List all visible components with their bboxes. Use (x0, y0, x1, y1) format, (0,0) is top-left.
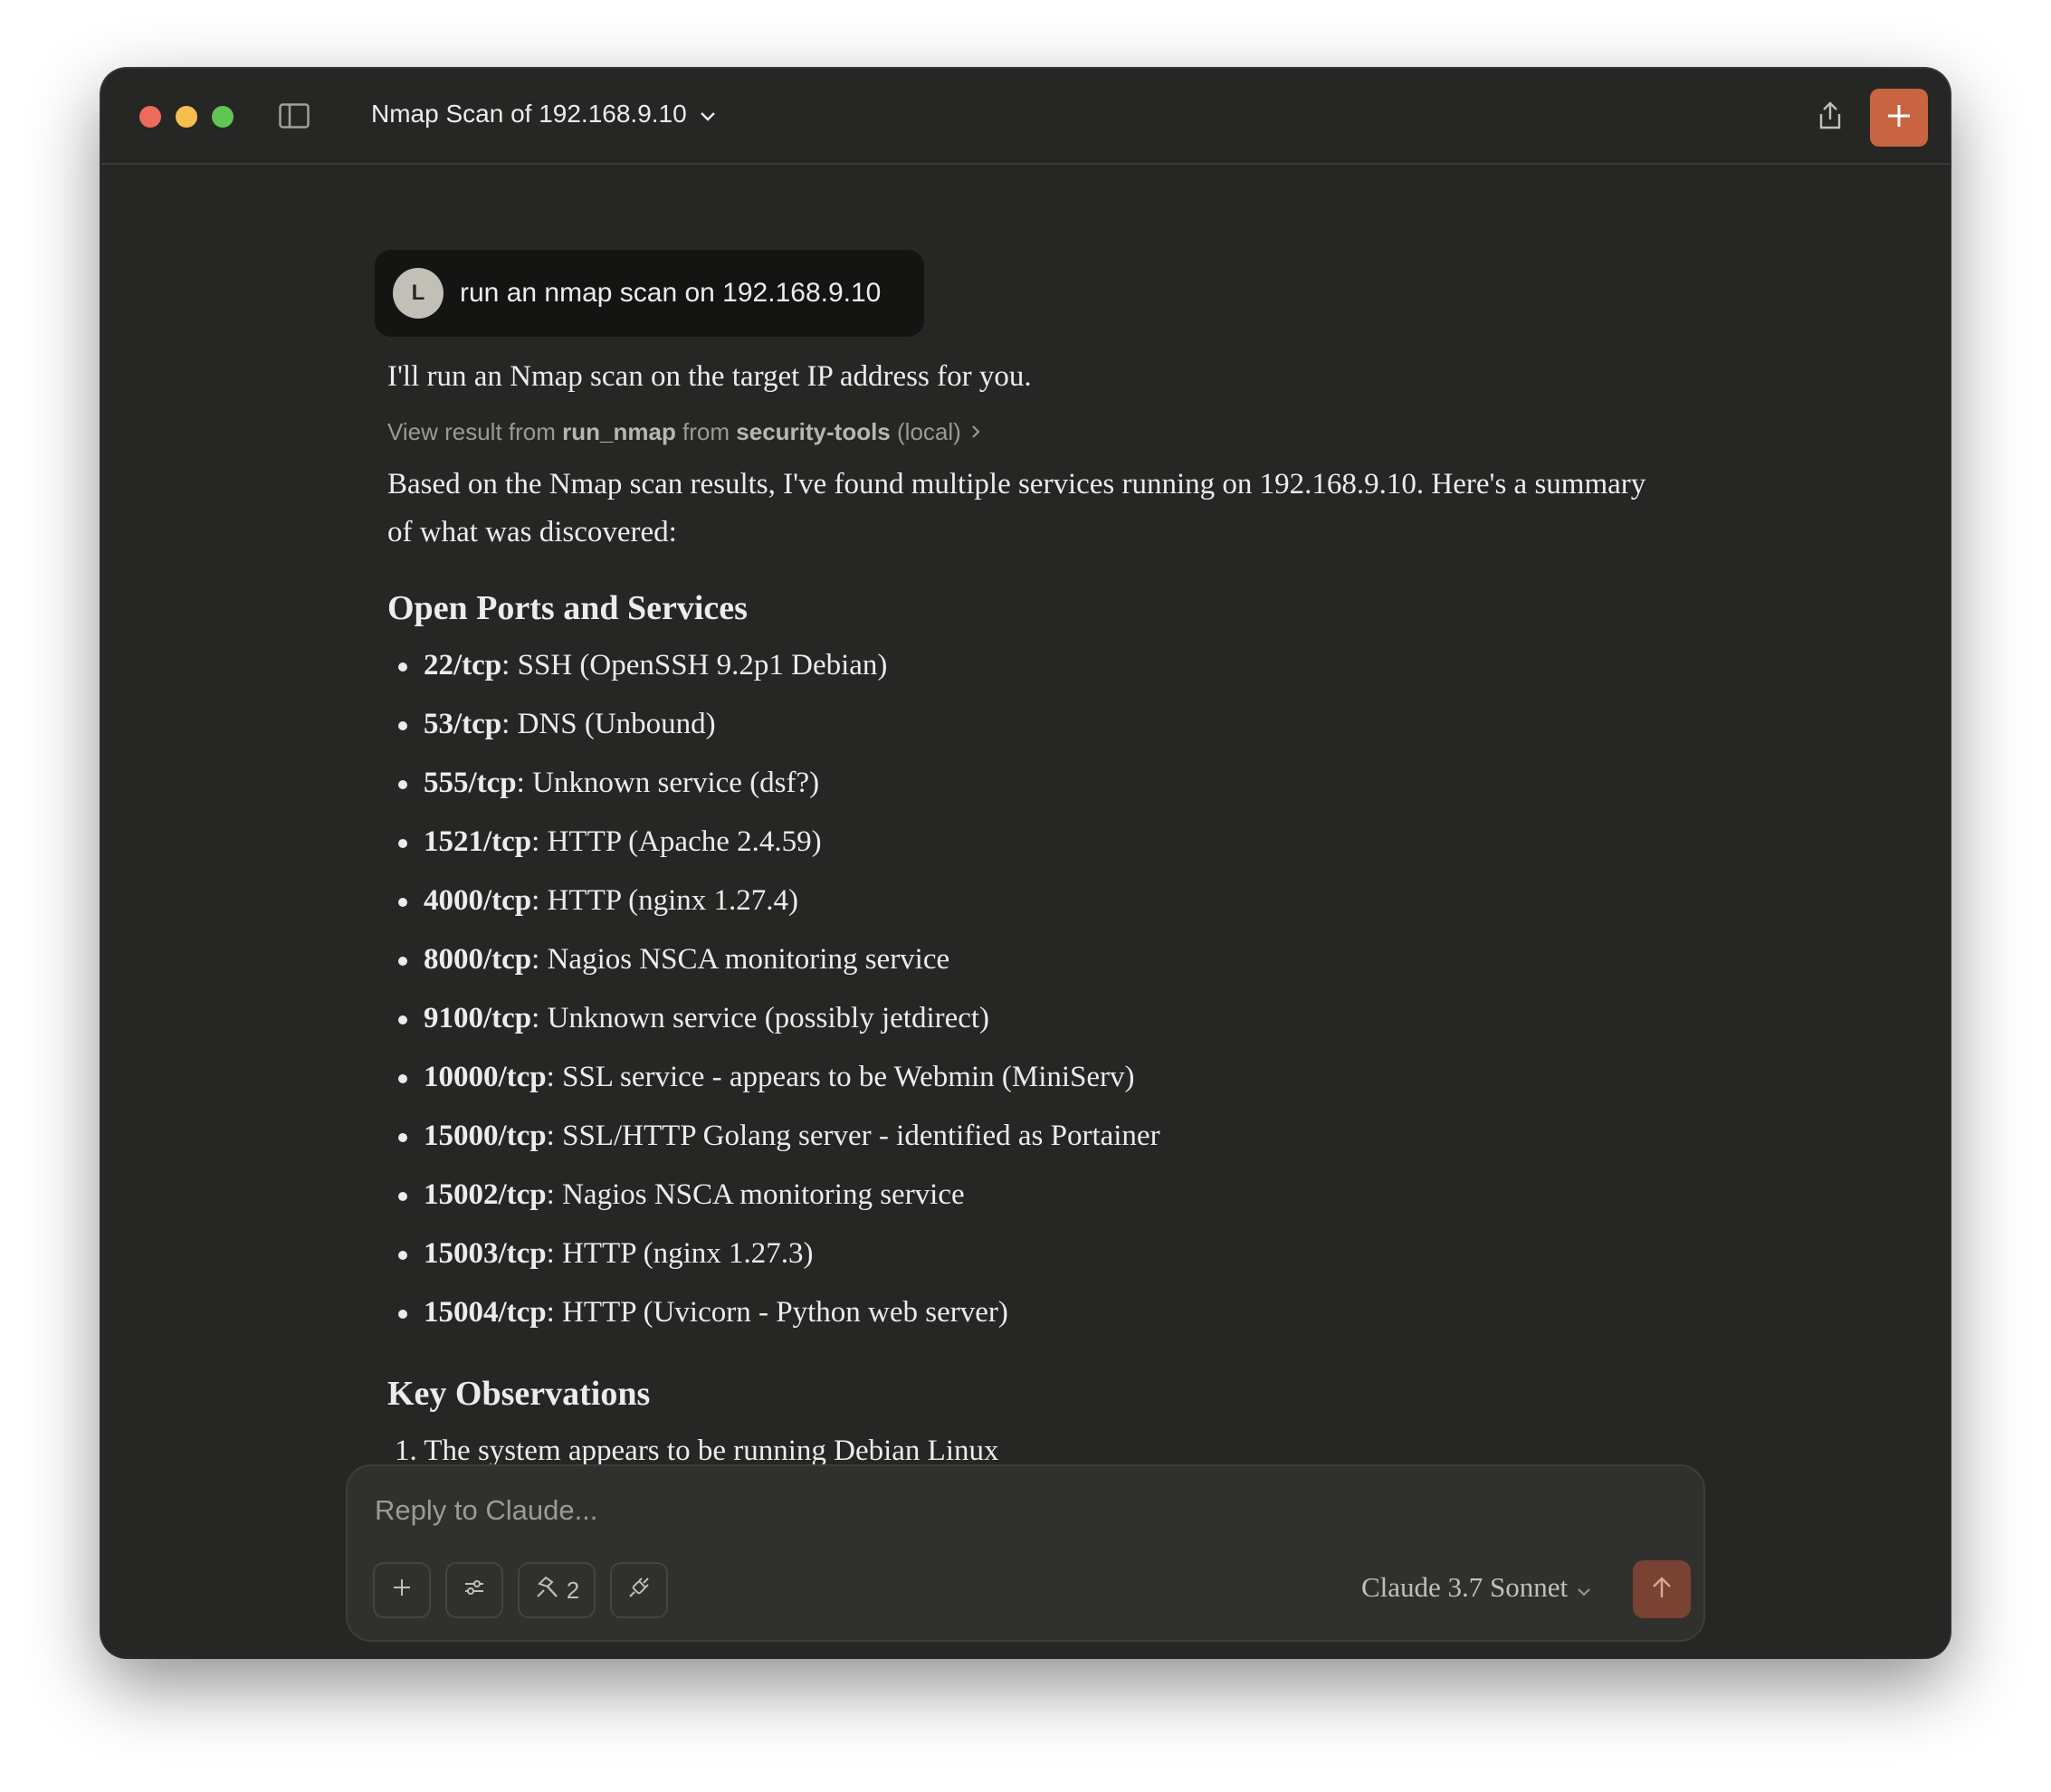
reply-input[interactable] (373, 1493, 1372, 1528)
composer: 2 Claude 3.7 Sonnet (346, 1464, 1705, 1642)
port-number: 4000/tcp (424, 884, 532, 917)
port-number: 15004/tcp (424, 1296, 547, 1329)
port-number: 1521/tcp (424, 825, 532, 858)
port-description: : HTTP (Uvicorn - Python web server) (546, 1296, 1008, 1329)
sliders-icon (463, 1577, 486, 1605)
assistant-response: I'll run an Nmap scan on the target IP a… (387, 353, 1655, 1539)
port-description: : Nagios NSCA monitoring service (546, 1178, 965, 1211)
share-icon[interactable] (1812, 98, 1848, 134)
minimize-window-button[interactable] (176, 106, 197, 128)
send-button[interactable] (1633, 1560, 1691, 1618)
arrow-up-icon (1650, 1575, 1674, 1605)
chat-title: Nmap Scan of 192.168.9.10 (371, 100, 687, 128)
port-list-item: 9100/tcp: Unknown service (possibly jetd… (387, 989, 1655, 1048)
tool-result-link[interactable]: View result from run_nmap from security-… (387, 414, 1655, 450)
port-description: : HTTP (nginx 1.27.3) (546, 1237, 814, 1270)
conversation-area: L run an nmap scan on 192.168.9.10 I'll … (101, 165, 1950, 1657)
settings-button[interactable] (445, 1562, 503, 1618)
port-description: : SSL service - appears to be Webmin (Mi… (546, 1061, 1135, 1093)
port-list-item: 8000/tcp: Nagios NSCA monitoring service (387, 930, 1655, 989)
chevron-down-icon (1577, 1571, 1591, 1604)
tool-server-name: security-tools (736, 418, 891, 445)
user-message-text: run an nmap scan on 192.168.9.10 (460, 278, 882, 308)
response-summary: Based on the Nmap scan results, I've fou… (387, 468, 1646, 548)
port-list-item: 15000/tcp: SSL/HTTP Golang server - iden… (387, 1107, 1655, 1166)
port-description: : HTTP (nginx 1.27.4) (531, 884, 799, 917)
user-message: L run an nmap scan on 192.168.9.10 (375, 250, 925, 337)
port-list-item: 22/tcp: SSH (OpenSSH 9.2p1 Debian) (387, 636, 1655, 695)
port-number: 15000/tcp (424, 1120, 547, 1152)
port-list-item: 1521/tcp: HTTP (Apache 2.4.59) (387, 813, 1655, 872)
port-list-item: 15003/tcp: HTTP (nginx 1.27.3) (387, 1225, 1655, 1283)
model-name: Claude 3.7 Sonnet (1361, 1571, 1569, 1603)
port-list-item: 53/tcp: DNS (Unbound) (387, 695, 1655, 754)
integrations-button[interactable] (610, 1562, 668, 1618)
plus-icon (1885, 102, 1913, 134)
port-number: 15003/tcp (424, 1237, 547, 1270)
app-window: Nmap Scan of 192.168.9.10 L run an nmap … (101, 69, 1950, 1657)
avatar: L (393, 268, 444, 319)
port-number: 53/tcp (424, 708, 502, 740)
new-chat-button[interactable] (1870, 89, 1928, 147)
ports-heading: Open Ports and Services (387, 589, 748, 627)
port-description: : Nagios NSCA monitoring service (531, 943, 950, 976)
port-list-item: 555/tcp: Unknown service (dsf?) (387, 754, 1655, 813)
port-list-item: 10000/tcp: SSL service - appears to be W… (387, 1048, 1655, 1107)
add-attachment-button[interactable] (373, 1562, 431, 1618)
plus-icon (391, 1577, 413, 1605)
chat-title-menu[interactable]: Nmap Scan of 192.168.9.10 (371, 100, 716, 129)
tool-name: run_nmap (562, 418, 676, 445)
port-description: : HTTP (Apache 2.4.59) (531, 825, 822, 858)
port-number: 22/tcp (424, 649, 502, 682)
tools-count: 2 (566, 1576, 580, 1604)
hammer-icon (534, 1575, 559, 1606)
port-number: 10000/tcp (424, 1061, 547, 1093)
chevron-right-icon (970, 414, 981, 450)
maximize-window-button[interactable] (212, 106, 234, 128)
port-list-item: 15002/tcp: Nagios NSCA monitoring servic… (387, 1166, 1655, 1225)
port-description: : DNS (Unbound) (501, 708, 716, 740)
tools-button[interactable]: 2 (518, 1562, 596, 1618)
port-description: : SSL/HTTP Golang server - identified as… (546, 1120, 1160, 1152)
ports-list: 22/tcp: SSH (OpenSSH 9.2p1 Debian) 53/tcp… (387, 636, 1655, 1342)
plug-icon (626, 1575, 652, 1606)
port-list-item: 4000/tcp: HTTP (nginx 1.27.4) (387, 872, 1655, 930)
port-description: : SSH (OpenSSH 9.2p1 Debian) (501, 649, 888, 682)
port-number: 8000/tcp (424, 943, 532, 976)
response-intro: I'll run an Nmap scan on the target IP a… (387, 360, 1032, 393)
chevron-down-icon (700, 100, 716, 129)
port-description: : Unknown service (dsf?) (516, 767, 820, 799)
port-number: 15002/tcp (424, 1178, 547, 1211)
model-selector[interactable]: Claude 3.7 Sonnet (1361, 1571, 1591, 1604)
title-bar: Nmap Scan of 192.168.9.10 (101, 69, 1950, 165)
port-description: : Unknown service (possibly jetdirect) (531, 1002, 990, 1034)
port-number: 555/tcp (424, 767, 517, 799)
port-number: 9100/tcp (424, 1002, 532, 1034)
port-list-item: 15004/tcp: HTTP (Uvicorn - Python web se… (387, 1283, 1655, 1342)
sidebar-toggle-icon[interactable] (279, 103, 310, 129)
close-window-button[interactable] (139, 106, 161, 128)
observations-heading: Key Observations (387, 1375, 651, 1413)
